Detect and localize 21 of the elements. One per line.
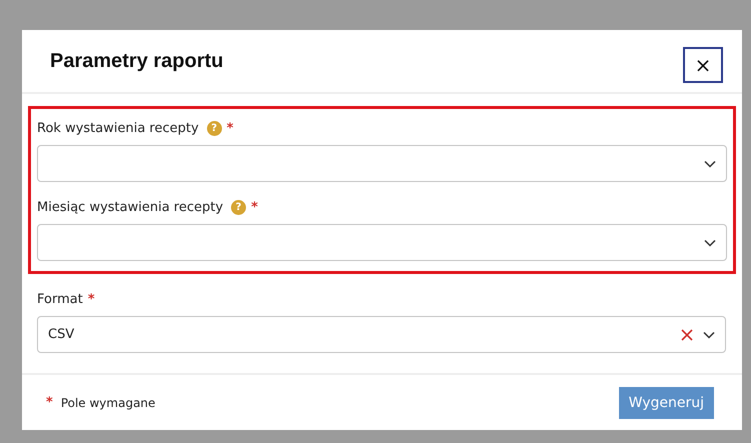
generate-button[interactable]: Wygeneruj [618,386,714,418]
chevron-down-icon [703,330,715,338]
field-label: Format [37,292,83,306]
help-icon[interactable]: ? [231,200,246,214]
help-icon[interactable]: ? [206,120,222,136]
select-field[interactable] [37,145,727,182]
chevron-down-icon [704,238,716,246]
chevron-down-icon [704,160,716,168]
required-mark: * [88,292,95,306]
required-legend: Pole wymagane [60,396,156,410]
close-button[interactable]: × [683,47,723,83]
required-mark: * [251,200,258,214]
field-label: Rok wystawienia recepty [37,120,199,136]
dialog-title: Parametry raportu [50,50,224,72]
required-mark: * [226,120,234,136]
select-field[interactable]: CSV [37,316,726,353]
clear-icon[interactable] [681,328,693,340]
select-value: CSV [48,327,76,342]
field-label: Miesiąc wystawienia recepty [37,200,224,214]
select-field[interactable] [37,224,727,261]
required-mark: * [46,395,53,410]
